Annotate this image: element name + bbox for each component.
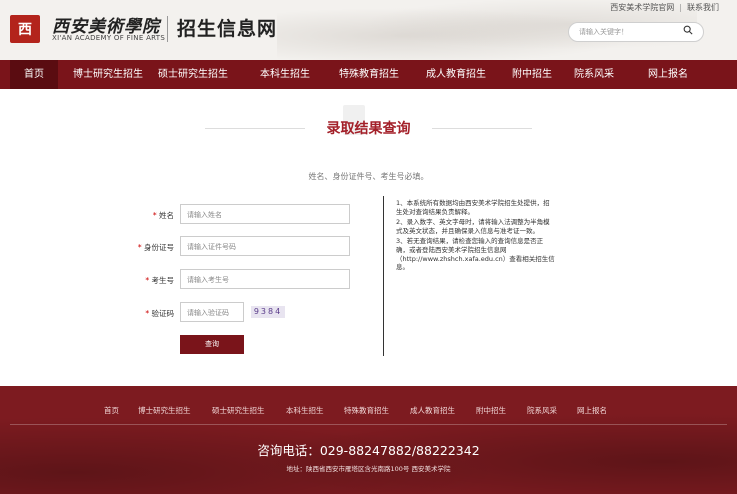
footer-divider bbox=[10, 424, 727, 425]
info-notes: 1、本系统所有数据均由西安美术学院招生处提供，招生处对查询结果负责解释。 2、录… bbox=[396, 199, 556, 274]
nav-item-special-education[interactable]: 特殊教育招生 bbox=[333, 60, 405, 89]
nav-item-affiliated-school[interactable]: 附中招生 bbox=[505, 60, 559, 89]
search-placeholder: 请输入关键字！ bbox=[579, 28, 628, 36]
name-label: * 姓名 bbox=[152, 211, 174, 220]
top-links: 西安美术学院官网 | 联系我们 bbox=[610, 2, 719, 13]
captcha-input[interactable]: 请输入验证码 bbox=[180, 302, 244, 322]
id-number-input[interactable]: 请输入证件号码 bbox=[180, 236, 350, 256]
footer-nav-special-education[interactable]: 特殊教育招生 bbox=[344, 405, 389, 416]
candidate-number-label: * 考生号 bbox=[145, 276, 174, 285]
search-icon[interactable] bbox=[683, 25, 693, 35]
footer-nav-master[interactable]: 硕士研究生招生 bbox=[212, 405, 265, 416]
nav-item-undergraduate[interactable]: 本科生招生 bbox=[255, 60, 315, 89]
footer-nav-adult-education[interactable]: 成人教育招生 bbox=[410, 405, 455, 416]
nav-item-home[interactable]: 首页 bbox=[10, 60, 58, 89]
logo-text-en: XI'AN ACADEMY OF FINE ARTS bbox=[52, 34, 166, 42]
info-divider bbox=[383, 196, 384, 356]
logo-seal-icon[interactable]: 西 bbox=[10, 15, 40, 43]
required-notice: 姓名、身份证件号、考生号必填。 bbox=[308, 172, 429, 181]
info-note: 3、若无查询结果，请检查您输入的查询信息是否正确，或者登陆西安美术学院招生信息网… bbox=[396, 237, 555, 272]
header: 西 西安美術學院 XI'AN ACADEMY OF FINE ARTS 招生信息… bbox=[0, 0, 737, 60]
info-note: 2、录入数字、英文字母时，请将输入法调整为半角模式及英文状态，并且确保录入信息与… bbox=[396, 218, 550, 235]
captcha-image[interactable]: 9384 bbox=[251, 306, 285, 318]
captcha-label: * 验证码 bbox=[145, 309, 174, 318]
id-number-label: * 身份证号 bbox=[137, 243, 174, 252]
name-input-placeholder: 请输入姓名 bbox=[187, 211, 222, 219]
candidate-number-input[interactable]: 请输入考生号 bbox=[180, 269, 350, 289]
candidate-number-input-placeholder: 请输入考生号 bbox=[187, 276, 229, 284]
captcha-input-placeholder: 请输入验证码 bbox=[187, 309, 229, 317]
footer-nav-online-registration[interactable]: 网上报名 bbox=[577, 405, 607, 416]
footer-nav-home[interactable]: 首页 bbox=[104, 405, 119, 416]
contact-phone: 咨询电话：029-88247882/88222342 bbox=[257, 443, 480, 458]
logo-divider bbox=[167, 16, 168, 42]
query-button[interactable]: 查询 bbox=[180, 335, 244, 354]
info-note: 1、本系统所有数据均由西安美术学院招生处提供，招生处对查询结果负责解释。 bbox=[396, 199, 550, 216]
contact-address: 地址：陕西省西安市雁塔区含光南路100号 西安美术学院 bbox=[286, 465, 451, 473]
nav-item-adult-education[interactable]: 成人教育招生 bbox=[420, 60, 492, 89]
footer-nav-affiliated-school[interactable]: 附中招生 bbox=[476, 405, 506, 416]
name-input[interactable]: 请输入姓名 bbox=[180, 204, 350, 224]
footer-nav-doctoral[interactable]: 博士研究生招生 bbox=[138, 405, 191, 416]
top-link-contact[interactable]: 联系我们 bbox=[687, 3, 719, 12]
search-input[interactable]: 请输入关键字！ bbox=[568, 22, 704, 42]
nav-item-departments[interactable]: 院系风采 bbox=[567, 60, 621, 89]
main-nav: 首页 博士研究生招生 硕士研究生招生 本科生招生 特殊教育招生 成人教育招生 附… bbox=[0, 60, 737, 89]
page-title: 录取结果查询 bbox=[326, 121, 411, 137]
footer-nav-undergraduate[interactable]: 本科生招生 bbox=[286, 405, 324, 416]
footer-nav-departments[interactable]: 院系风采 bbox=[527, 405, 557, 416]
nav-item-doctoral[interactable]: 博士研究生招生 bbox=[65, 60, 151, 89]
nav-item-online-registration[interactable]: 网上报名 bbox=[638, 60, 698, 89]
top-link-separator: | bbox=[679, 3, 682, 12]
id-number-input-placeholder: 请输入证件号码 bbox=[187, 243, 236, 251]
site-title: 招生信息网 bbox=[177, 18, 278, 40]
nav-item-master[interactable]: 硕士研究生招生 bbox=[150, 60, 236, 89]
top-link-official-site[interactable]: 西安美术学院官网 bbox=[610, 3, 674, 12]
